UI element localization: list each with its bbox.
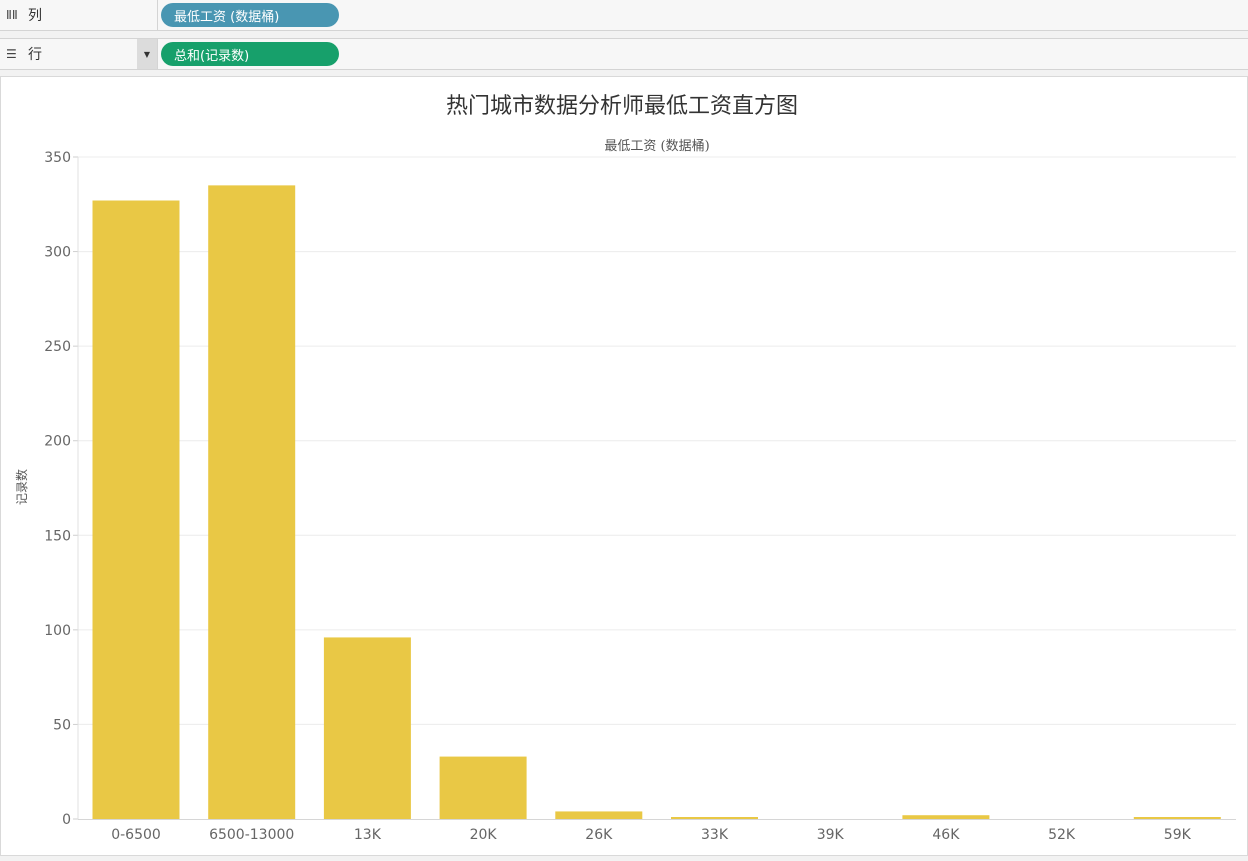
y-tick-label: 250 — [44, 339, 71, 355]
y-tick-label: 0 — [62, 812, 71, 828]
x-tick-label: 33K — [701, 827, 729, 843]
column-header: 最低工资 (数据桶) — [604, 139, 709, 154]
x-tick-label: 59K — [1164, 827, 1192, 843]
x-tick-label: 13K — [354, 827, 382, 843]
y-axis-label: 记录数 — [14, 469, 29, 505]
y-tick-label: 150 — [44, 528, 71, 544]
bar[interactable] — [439, 756, 527, 819]
y-tick-label: 350 — [44, 150, 71, 166]
chart-title: 热门城市数据分析师最低工资直方图 — [446, 94, 798, 119]
histogram-chart: 热门城市数据分析师最低工资直方图 最低工资 (数据桶) 记录数 0 50 100 15… — [14, 94, 1236, 843]
x-tick-label: 6500-13000 — [209, 827, 294, 843]
bar[interactable] — [902, 815, 990, 819]
x-tick-label: 39K — [817, 827, 845, 843]
x-tick-label: 26K — [585, 827, 613, 843]
bar[interactable] — [671, 817, 758, 819]
y-tick-label: 300 — [44, 245, 71, 261]
x-tick-label: 52K — [1048, 827, 1076, 843]
y-tick-label: 100 — [44, 623, 71, 639]
x-tick-label: 20K — [470, 827, 498, 843]
y-tick-label: 200 — [44, 434, 71, 450]
y-axis: 0 50 100 150 200 250 300 350 — [44, 150, 79, 828]
x-axis: 0-6500 6500-13000 13K 20K 26K 33K 39K 46K 52K 59K — [78, 819, 1236, 843]
bar[interactable] — [1133, 817, 1221, 819]
x-tick-label: 46K — [932, 827, 960, 843]
x-tick-label: 0-6500 — [111, 827, 161, 843]
bar[interactable] — [555, 811, 643, 819]
y-tick-label: 50 — [53, 717, 71, 733]
bar[interactable] — [323, 637, 411, 819]
bar[interactable] — [208, 185, 296, 819]
bar[interactable] — [92, 200, 180, 819]
